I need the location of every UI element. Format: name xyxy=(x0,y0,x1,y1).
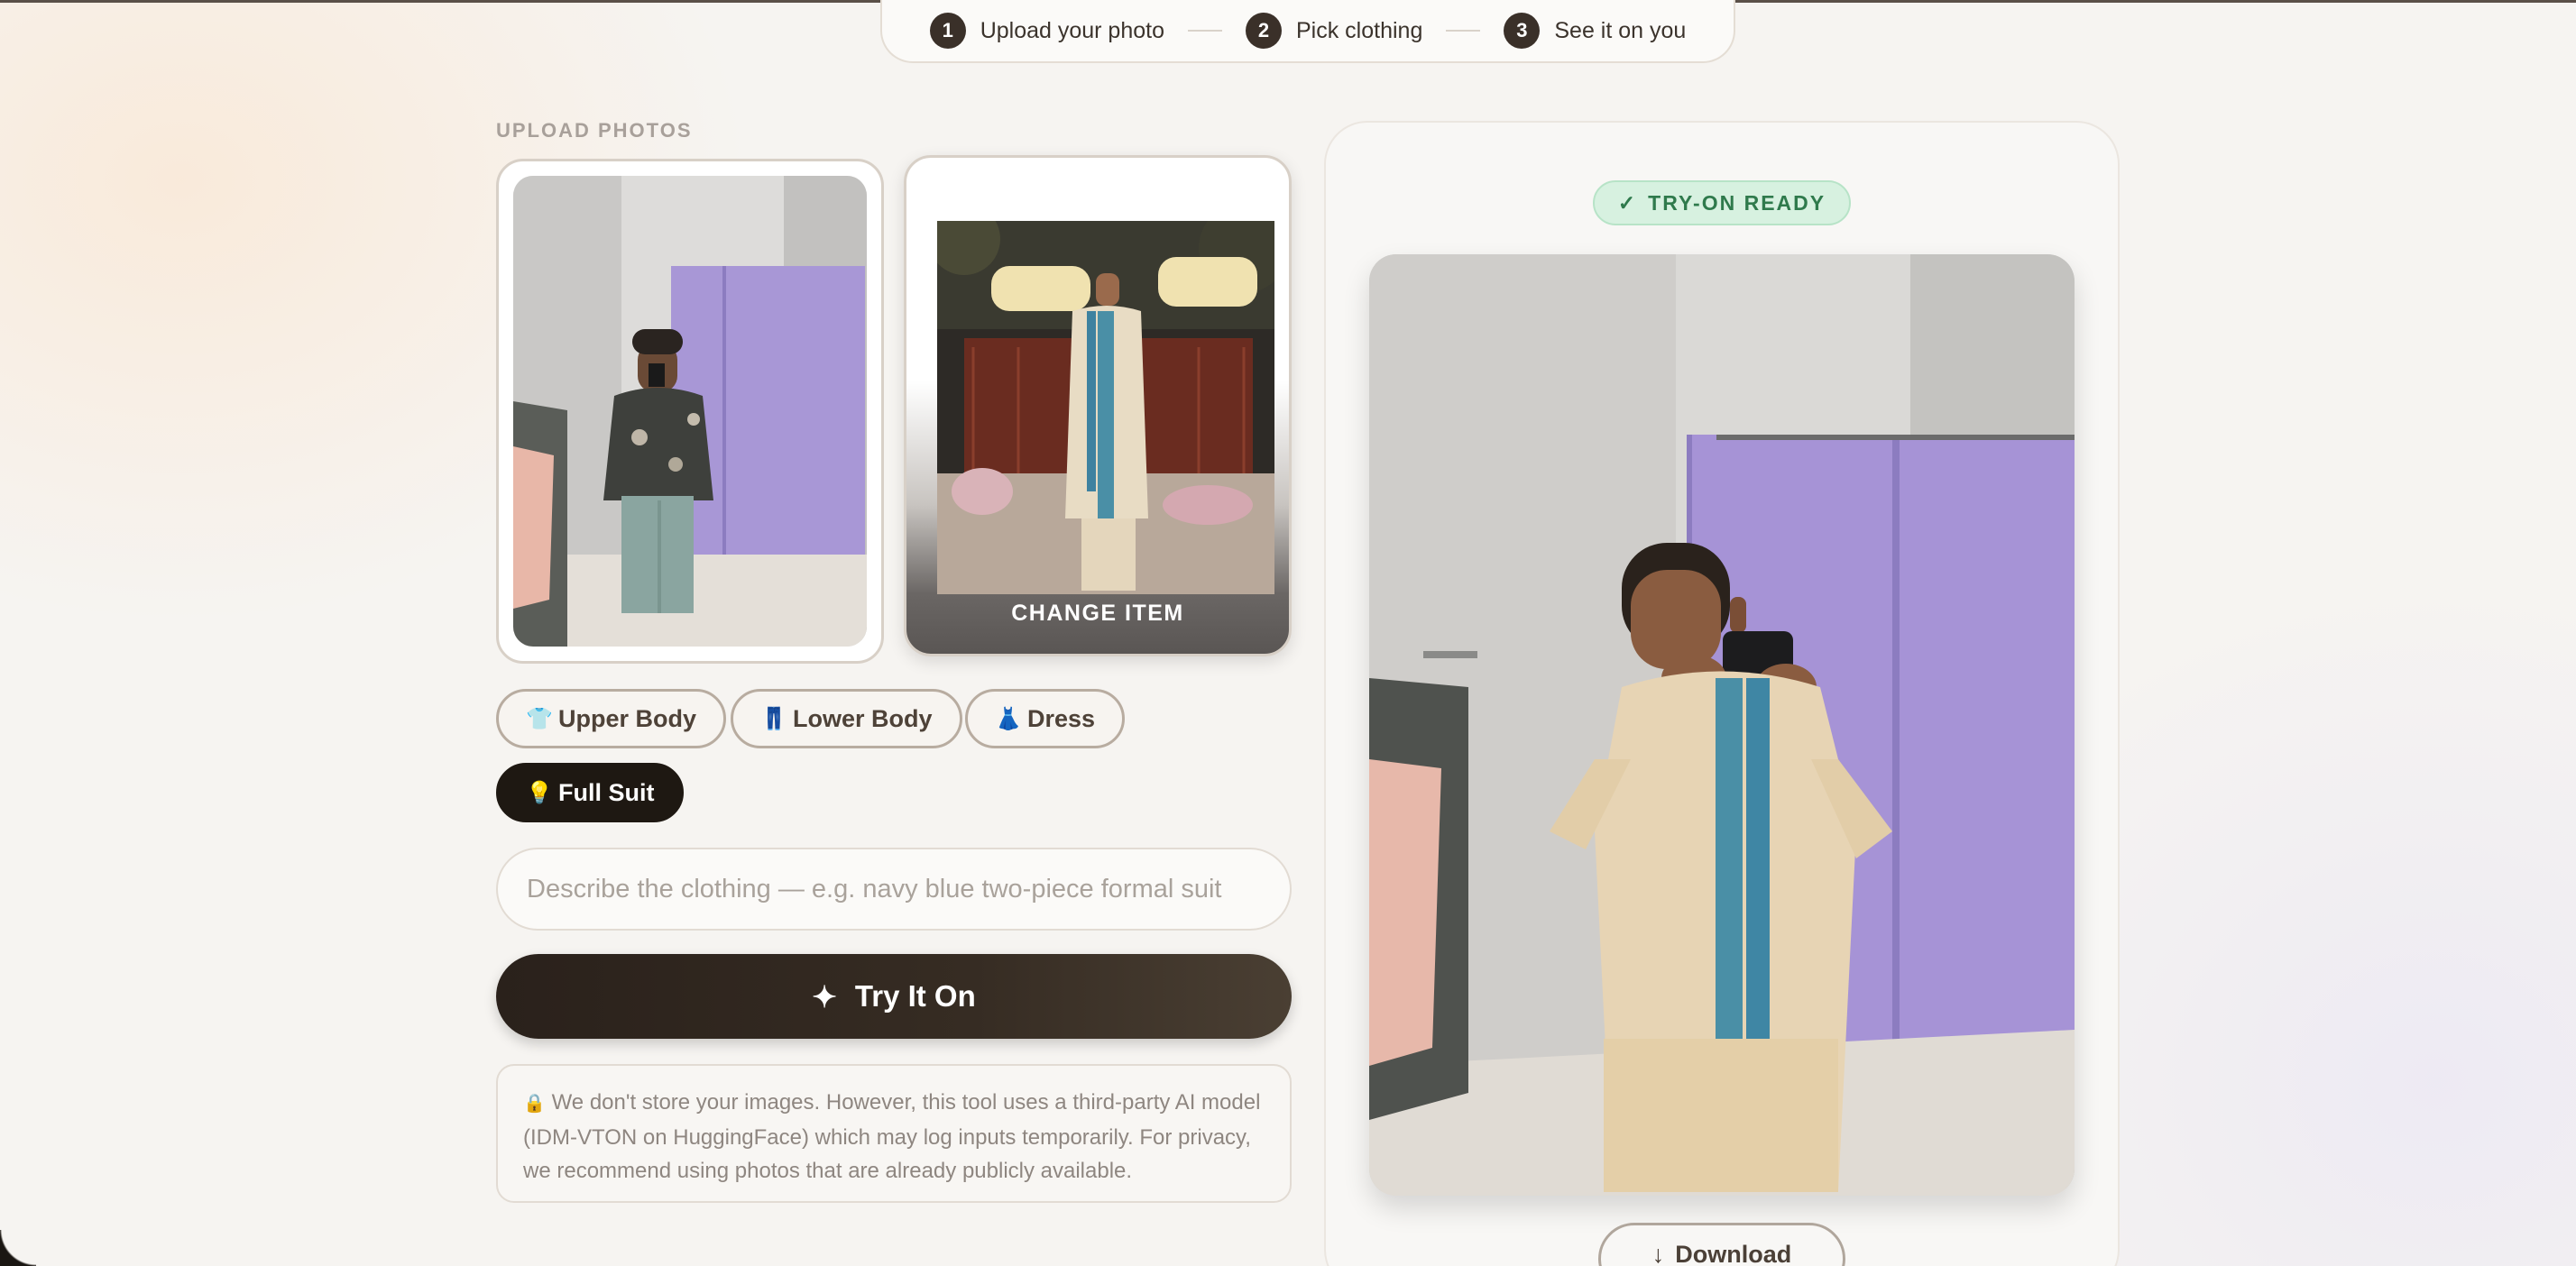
chip-label: Dress xyxy=(1027,704,1096,732)
try-it-on-label: Try It On xyxy=(854,979,976,1013)
lightbulb-icon: 💡 xyxy=(526,780,553,805)
category-upper-body[interactable]: 👕 Upper Body xyxy=(496,689,727,748)
window-corner xyxy=(0,1230,36,1266)
step-number: 1 xyxy=(929,13,966,49)
person-photo xyxy=(513,176,867,647)
step-divider xyxy=(1446,30,1481,32)
step-pick: 2 Pick clothing xyxy=(1246,13,1422,49)
category-dress[interactable]: 👗 Dress xyxy=(965,689,1126,748)
download-icon: ↓ xyxy=(1651,1240,1665,1266)
chip-label: Lower Body xyxy=(793,704,933,732)
dress-icon: 👗 xyxy=(995,706,1022,731)
privacy-notice: 🔒 We don't store your images. However, t… xyxy=(496,1064,1292,1203)
step-divider xyxy=(1188,30,1222,32)
step-upload: 1 Upload your photo xyxy=(929,13,1164,49)
clothing-description-input[interactable] xyxy=(496,848,1292,931)
sparkle-icon: ✦ xyxy=(812,979,837,1014)
check-icon: ✓ xyxy=(1617,190,1638,215)
badge-label: TRY-ON READY xyxy=(1648,190,1826,215)
pants-icon: 👖 xyxy=(760,706,787,731)
clothing-photo xyxy=(937,221,1274,594)
step-number: 2 xyxy=(1246,13,1282,49)
try-it-on-button[interactable]: ✦ Try It On xyxy=(496,954,1292,1039)
step-number: 3 xyxy=(1504,13,1541,49)
step-label: See it on you xyxy=(1554,17,1687,43)
change-item-button[interactable]: CHANGE ITEM xyxy=(906,601,1289,627)
person-photo-upload[interactable] xyxy=(496,159,884,664)
step-see: 3 See it on you xyxy=(1504,13,1686,49)
category-full-suit[interactable]: 💡 Full Suit xyxy=(496,763,685,822)
clothing-photo-upload[interactable]: CHANGE ITEM xyxy=(904,155,1292,656)
progress-stepper: 1 Upload your photo 2 Pick clothing 3 Se… xyxy=(880,0,1735,63)
try-on-ready-badge: ✓ TRY-ON READY xyxy=(1593,180,1851,225)
download-button[interactable]: ↓ Download xyxy=(1598,1223,1845,1266)
chip-label: Full Suit xyxy=(558,778,655,806)
step-label: Upload your photo xyxy=(980,17,1164,43)
privacy-notice-text: We don't store your images. However, thi… xyxy=(523,1090,1261,1183)
chip-label: Upper Body xyxy=(558,704,697,732)
category-lower-body[interactable]: 👖 Lower Body xyxy=(731,689,962,748)
shirt-icon: 👕 xyxy=(526,706,553,731)
try-on-result-image xyxy=(1369,254,2075,1196)
lock-icon: 🔒 xyxy=(523,1094,546,1114)
step-label: Pick clothing xyxy=(1296,17,1423,43)
download-label: Download xyxy=(1675,1240,1792,1266)
upload-section-label: UPLOAD PHOTOS xyxy=(496,119,693,142)
